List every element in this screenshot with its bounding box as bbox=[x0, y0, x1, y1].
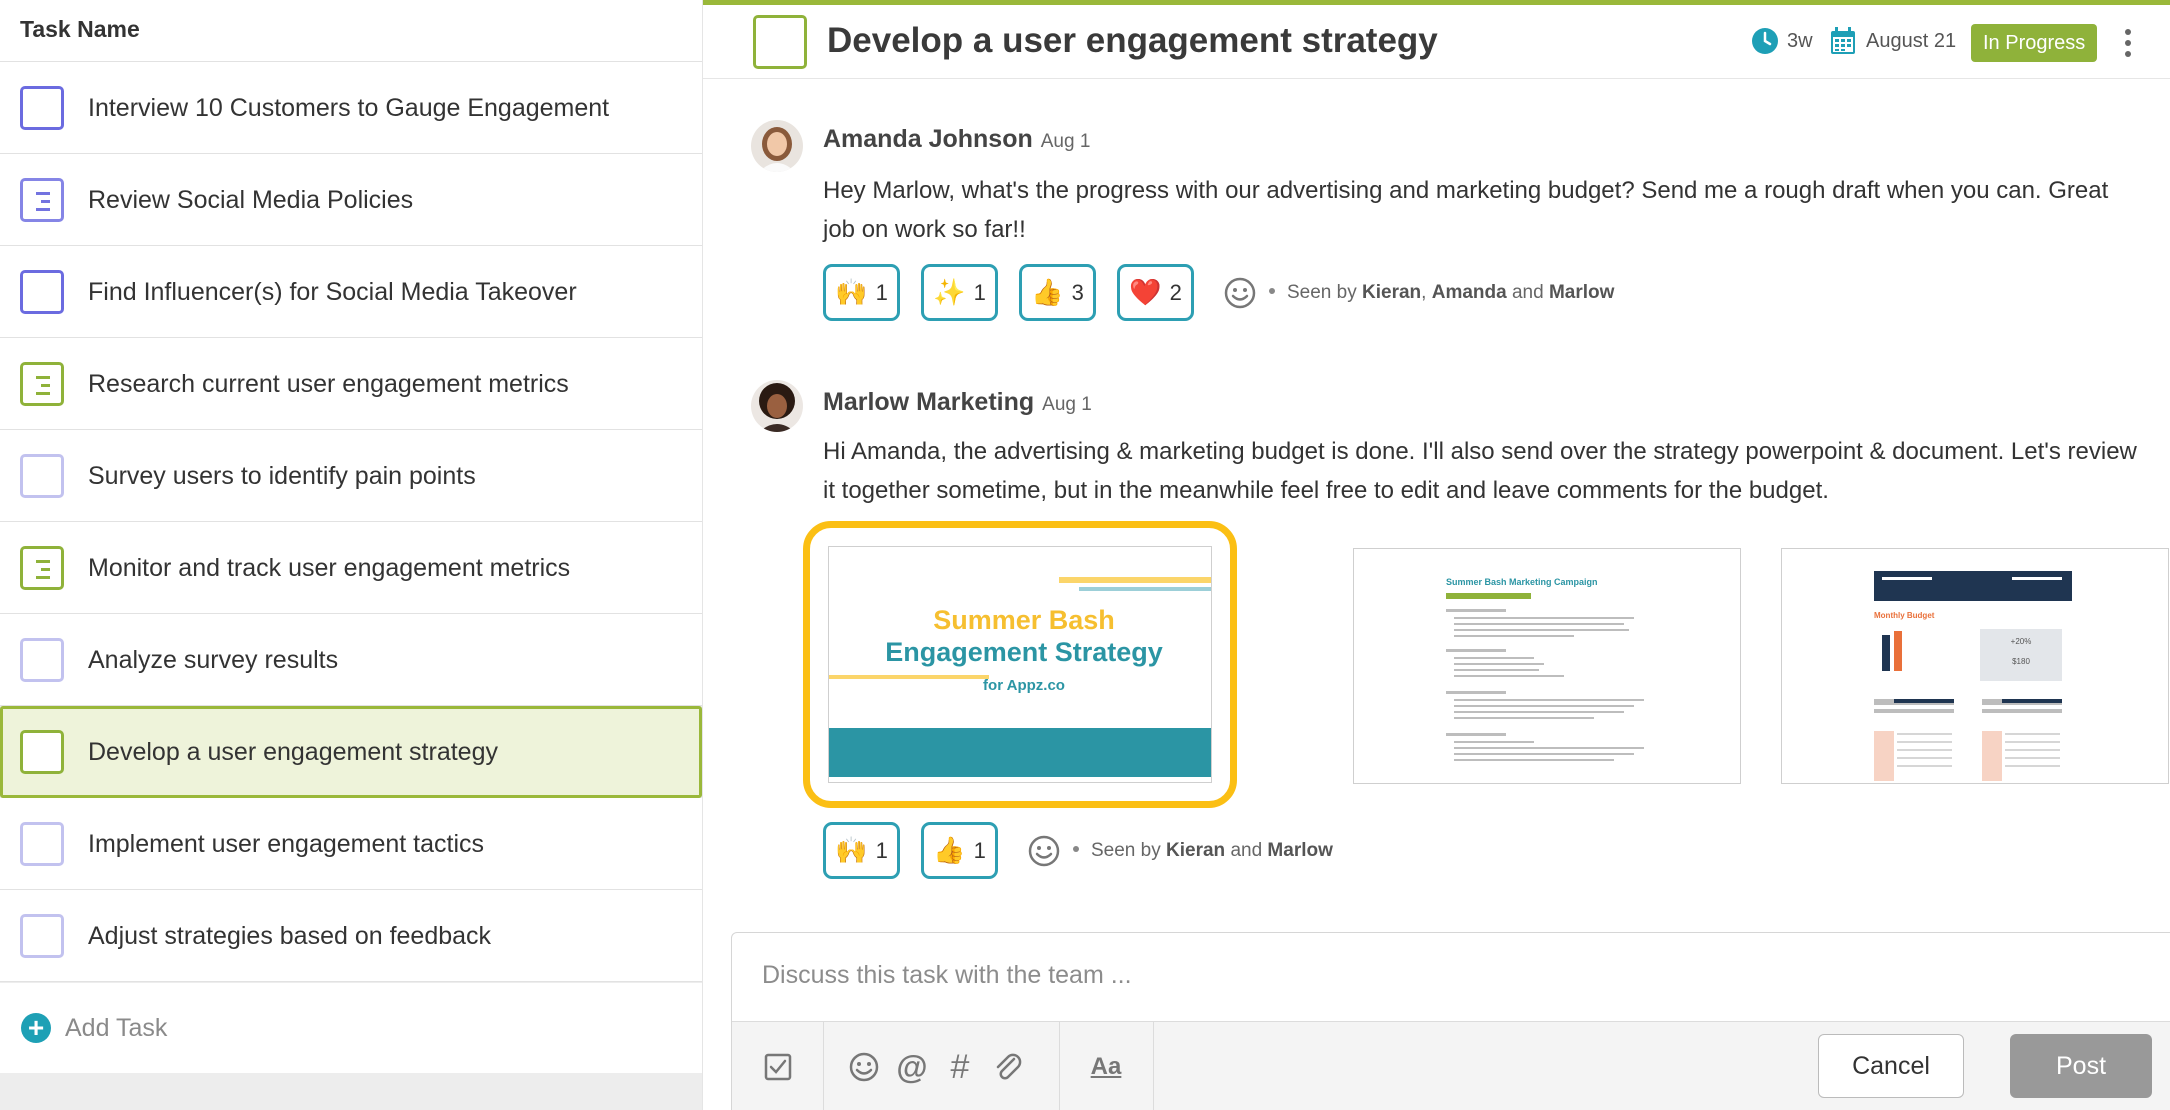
toolbar-section: @ # bbox=[824, 1022, 1060, 1110]
calendar-icon bbox=[1831, 27, 1855, 54]
task-row[interactable]: Analyze survey results bbox=[0, 614, 702, 706]
add-task-button[interactable]: + Add Task bbox=[0, 983, 702, 1073]
complete-task-checkbox[interactable] bbox=[753, 15, 807, 69]
attachment-spreadsheet-thumbnail[interactable]: Monthly Budget +20% $180 bbox=[1781, 548, 2169, 784]
task-row[interactable]: Adjust strategies based on feedback bbox=[0, 890, 702, 982]
task-list-panel: Task Name Interview 10 Customers to Gaug… bbox=[0, 0, 702, 1110]
cancel-button[interactable]: Cancel bbox=[1818, 1034, 1964, 1098]
task-name: Monitor and track user engagement metric… bbox=[88, 554, 571, 582]
attachment-slide-thumbnail[interactable]: Summer Bash Engagement Strategy for Appz… bbox=[803, 521, 1237, 808]
task-name: Research current user engagement metrics bbox=[88, 370, 569, 398]
seen-by: Seen by Kieran, Amanda and Marlow bbox=[1269, 282, 1614, 304]
due-date[interactable]: August 21 bbox=[1830, 25, 1956, 57]
task-name: Implement user engagement tactics bbox=[88, 830, 485, 858]
toolbar-section: Aa bbox=[1060, 1022, 1154, 1110]
task-detail-panel: Develop a user engagement strategy 3w Au… bbox=[702, 0, 2170, 1110]
slide-line1: Summer Bash bbox=[933, 605, 1115, 635]
emoji-icon[interactable] bbox=[846, 1049, 882, 1085]
list-checkbox-icon[interactable] bbox=[20, 546, 64, 590]
comment-author: Amanda Johnson Aug 1 bbox=[823, 125, 1091, 153]
add-task-label: Add Task bbox=[65, 1014, 168, 1042]
task-row-selected[interactable]: Develop a user engagement strategy bbox=[0, 706, 702, 798]
status-badge[interactable]: In Progress bbox=[1971, 24, 2098, 62]
sheet-kpi-2: $180 bbox=[2012, 657, 2030, 666]
more-options-icon[interactable] bbox=[2125, 29, 2131, 57]
clock-icon bbox=[1752, 28, 1778, 54]
sheet-title: Monthly Budget bbox=[1874, 611, 1935, 620]
task-title[interactable]: Develop a user engagement strategy bbox=[827, 5, 1438, 77]
slide-line2: Engagement Strategy bbox=[885, 637, 1163, 667]
reaction-bar: 🙌 1 👍 1 Seen by Kieran and Marlow bbox=[823, 822, 1333, 879]
task-row[interactable]: Review Social Media Policies bbox=[0, 154, 702, 246]
attachments: Summer Bash Engagement Strategy for Appz… bbox=[803, 518, 2169, 808]
task-name: Develop a user engagement strategy bbox=[88, 738, 498, 766]
duration[interactable]: 3w bbox=[1751, 25, 1813, 57]
reaction-thumbs-up[interactable]: 👍 3 bbox=[1019, 264, 1096, 321]
duration-value: 3w bbox=[1787, 29, 1813, 52]
reaction-sparkles[interactable]: ✨ 1 bbox=[921, 264, 998, 321]
task-detail-header: Develop a user engagement strategy 3w Au… bbox=[703, 5, 2170, 79]
toolbar-section bbox=[732, 1022, 824, 1110]
task-name: Interview 10 Customers to Gauge Engageme… bbox=[88, 94, 610, 122]
task-row[interactable]: Implement user engagement tactics bbox=[0, 798, 702, 890]
comment-date: Aug 1 bbox=[1040, 131, 1091, 152]
task-name: Find Influencer(s) for Social Media Take… bbox=[88, 278, 577, 306]
list-checkbox-icon[interactable] bbox=[20, 362, 64, 406]
sheet-kpi-1: +20% bbox=[2010, 637, 2032, 646]
list-checkbox-icon[interactable] bbox=[20, 178, 64, 222]
reaction-raised-hands[interactable]: 🙌 1 bbox=[823, 264, 900, 321]
seen-by: Seen by Kieran and Marlow bbox=[1073, 840, 1333, 862]
plus-circle-icon: + bbox=[21, 1013, 51, 1043]
reaction-thumbs-up[interactable]: 👍 1 bbox=[921, 822, 998, 879]
task-name: Review Social Media Policies bbox=[88, 186, 414, 214]
task-row[interactable]: Monitor and track user engagement metric… bbox=[0, 522, 702, 614]
mention-icon[interactable]: @ bbox=[894, 1049, 930, 1085]
task-row[interactable]: Find Influencer(s) for Social Media Take… bbox=[0, 246, 702, 338]
add-reaction-icon[interactable] bbox=[1223, 276, 1257, 310]
task-list-header: Task Name bbox=[0, 0, 702, 62]
comment-date: Aug 1 bbox=[1042, 394, 1092, 415]
checkbox-icon[interactable] bbox=[20, 454, 64, 498]
checkbox-icon[interactable] bbox=[20, 914, 64, 958]
task-row[interactable]: Research current user engagement metrics bbox=[0, 338, 702, 430]
hashtag-icon[interactable]: # bbox=[942, 1048, 978, 1086]
comment-author: Marlow Marketing Aug 1 bbox=[823, 388, 1092, 416]
attachment-document-thumbnail[interactable]: Summer Bash Marketing Campaign bbox=[1353, 548, 1741, 784]
task-row[interactable]: Survey users to identify pain points bbox=[0, 430, 702, 522]
checkbox-icon[interactable] bbox=[20, 638, 64, 682]
comment-text: Hi Amanda, the advertising & marketing b… bbox=[823, 438, 2137, 504]
task-row[interactable]: Interview 10 Customers to Gauge Engageme… bbox=[0, 62, 702, 154]
avatar[interactable] bbox=[751, 120, 803, 172]
reaction-bar: 🙌 1 ✨ 1 👍 3 ❤️ 2 Seen by Kieran, Amanda and … bbox=[823, 264, 1614, 321]
checkbox-icon[interactable] bbox=[20, 86, 64, 130]
reaction-raised-hands[interactable]: 🙌 1 bbox=[823, 822, 900, 879]
task-name: Adjust strategies based on feedback bbox=[88, 922, 492, 950]
task-name: Analyze survey results bbox=[88, 646, 339, 674]
comment-text: Hey Marlow, what's the progress with our… bbox=[823, 177, 2109, 243]
text-format-icon[interactable]: Aa bbox=[1088, 1049, 1124, 1085]
checkbox-icon[interactable] bbox=[20, 270, 64, 314]
comment-input[interactable]: Discuss this task with the team ... bbox=[762, 933, 1132, 1017]
avatar[interactable] bbox=[751, 380, 803, 432]
add-reaction-icon[interactable] bbox=[1027, 834, 1061, 868]
task-name: Survey users to identify pain points bbox=[88, 462, 476, 490]
post-button[interactable]: Post bbox=[2010, 1034, 2152, 1098]
paperclip-icon[interactable] bbox=[990, 1049, 1026, 1085]
due-date-value: August 21 bbox=[1866, 29, 1957, 52]
checklist-icon[interactable] bbox=[760, 1049, 796, 1085]
checkbox-icon[interactable] bbox=[20, 730, 64, 774]
slide-line3: for Appz.co bbox=[983, 677, 1065, 694]
checkbox-icon[interactable] bbox=[20, 822, 64, 866]
reaction-heart[interactable]: ❤️ 2 bbox=[1117, 264, 1194, 321]
